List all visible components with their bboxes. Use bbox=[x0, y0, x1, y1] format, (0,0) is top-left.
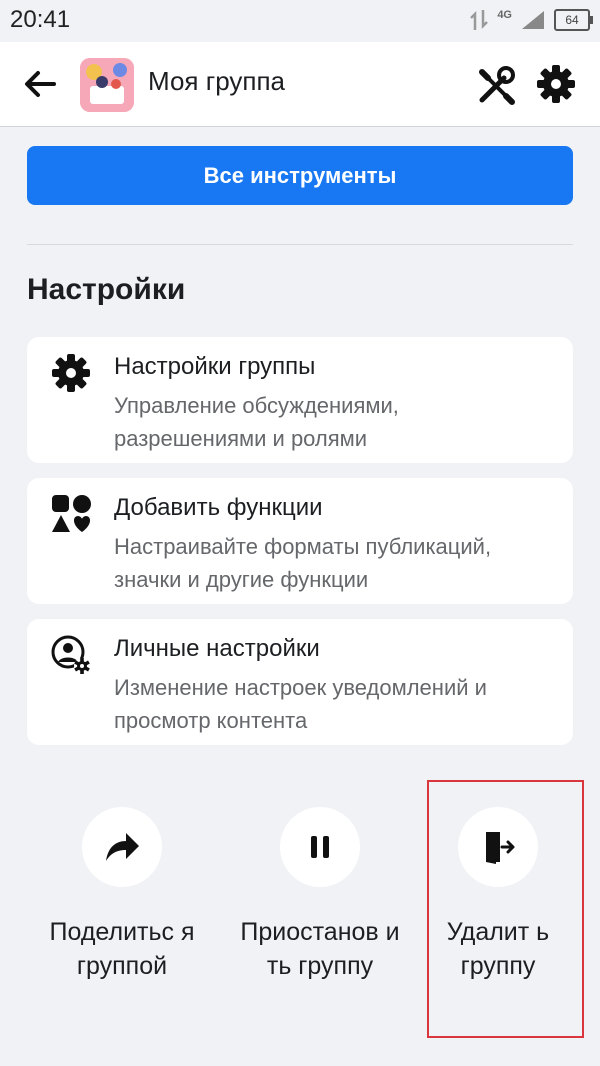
delete-button[interactable] bbox=[458, 807, 538, 887]
share-group-label: Поделитьс я группой bbox=[49, 918, 195, 980]
pause-icon bbox=[311, 836, 329, 858]
pause-group-action[interactable]: Приостанов ить группу bbox=[240, 807, 400, 983]
main-content: Все инструменты Настройки Настройки груп… bbox=[0, 127, 600, 1066]
all-tools-button[interactable]: Все инструменты bbox=[27, 146, 573, 205]
shapes-icon bbox=[52, 495, 91, 532]
back-arrow-icon[interactable] bbox=[20, 64, 60, 104]
network-type: 4G bbox=[497, 9, 512, 21]
delete-group-label: Удалит ь группу bbox=[446, 918, 550, 980]
gear-icon bbox=[52, 354, 90, 392]
tools-icon[interactable] bbox=[474, 64, 518, 108]
status-bar: 20:41 4G 64 bbox=[0, 0, 600, 42]
delete-group-action[interactable]: Удалит ь группу bbox=[418, 807, 578, 983]
user-gear-icon bbox=[51, 635, 90, 674]
card-description: Изменение настроек уведомлений и просмот… bbox=[114, 675, 487, 733]
status-time: 20:41 bbox=[10, 6, 71, 33]
pause-group-label: Приостанов ить группу bbox=[240, 918, 400, 980]
battery-icon: 64 bbox=[554, 9, 593, 31]
section-title: Настройки bbox=[27, 273, 186, 306]
data-transfer-icon bbox=[470, 10, 489, 30]
card-title: Настройки группы bbox=[114, 353, 316, 380]
personal-settings-card[interactable]: Личные настройки Изменение настроек увед… bbox=[27, 619, 573, 745]
group-settings-card[interactable]: Настройки группы Управление обсуждениями… bbox=[27, 337, 573, 463]
card-description: Настраивайте форматы публикаций, значки … bbox=[114, 534, 492, 592]
page-title: Моя группа bbox=[148, 66, 285, 96]
group-avatar[interactable] bbox=[80, 58, 134, 112]
status-icons: 4G 64 bbox=[469, 8, 593, 32]
gear-icon[interactable] bbox=[536, 64, 576, 104]
card-title: Личные настройки bbox=[114, 635, 320, 662]
card-title: Добавить функции bbox=[114, 494, 323, 521]
battery-level: 64 bbox=[565, 13, 579, 27]
pause-button[interactable] bbox=[280, 807, 360, 887]
card-description: Управление обсуждениями, разрешениями и … bbox=[114, 393, 399, 451]
app-header: Моя группа bbox=[0, 42, 600, 127]
share-button[interactable] bbox=[82, 807, 162, 887]
add-features-card[interactable]: Добавить функции Настраивайте форматы пу… bbox=[27, 478, 573, 604]
share-icon bbox=[106, 833, 139, 861]
signal-icon bbox=[522, 11, 544, 29]
leave-icon bbox=[486, 832, 515, 864]
share-group-action[interactable]: Поделитьс я группой bbox=[42, 807, 202, 983]
divider bbox=[27, 244, 573, 245]
